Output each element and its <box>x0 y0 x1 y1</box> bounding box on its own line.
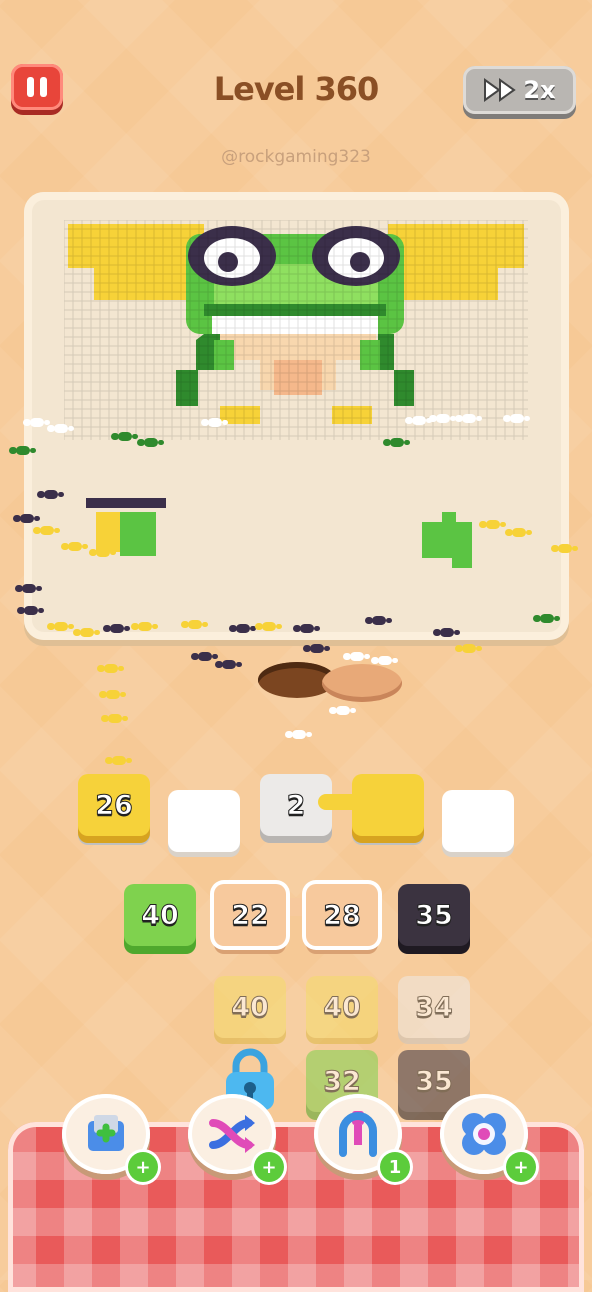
badge-label: 1 <box>388 1156 402 1178</box>
claw-icon <box>339 1111 377 1157</box>
stack-tile-count: 35 <box>415 1065 454 1097</box>
claw-badge: 1 <box>380 1152 410 1182</box>
stack-tile-r2-c3[interactable]: 40 <box>306 976 378 1038</box>
badge-label: + <box>261 1156 277 1178</box>
stack-tile-count: 35 <box>415 899 454 931</box>
queue-slot-count: 2 <box>286 789 306 821</box>
add-box-icon <box>88 1115 124 1151</box>
stack-tile-r2-c4[interactable]: 34 <box>398 976 470 1038</box>
shuffle-arrows-icon <box>209 1115 255 1153</box>
stack-tile-count: 40 <box>323 991 362 1023</box>
badge-label: + <box>513 1156 529 1178</box>
add-slot-badge: + <box>128 1152 158 1182</box>
stack-tile-r1-c4[interactable]: 35 <box>398 884 470 946</box>
flower-badge: + <box>506 1152 536 1182</box>
stack-tile-count: 40 <box>231 991 270 1023</box>
stack-tile-count: 32 <box>323 1065 362 1097</box>
stack-tile-count: 22 <box>231 899 270 931</box>
queue-slot-2[interactable] <box>168 790 240 852</box>
stack-tile-count: 40 <box>141 899 180 931</box>
queue-slot-1[interactable]: 26 <box>78 774 150 836</box>
stack-tile-r1-c2[interactable]: 22 <box>214 884 286 946</box>
stack-tile-r1-c3[interactable]: 28 <box>306 884 378 946</box>
ant-nest-lid <box>322 664 402 702</box>
stack-tile-count: 28 <box>323 899 362 931</box>
queue-slot-count: 26 <box>95 789 134 821</box>
stack-tile-r1-c1[interactable]: 40 <box>124 884 196 946</box>
stack-tile-r2-c2[interactable]: 40 <box>214 976 286 1038</box>
stack-tile-count: 34 <box>415 991 454 1023</box>
queue-slot-4[interactable] <box>352 774 424 836</box>
flower-icon <box>462 1113 506 1155</box>
shuffle-badge: + <box>254 1152 284 1182</box>
queue-slot-5[interactable] <box>442 790 514 852</box>
badge-label: + <box>135 1156 151 1178</box>
